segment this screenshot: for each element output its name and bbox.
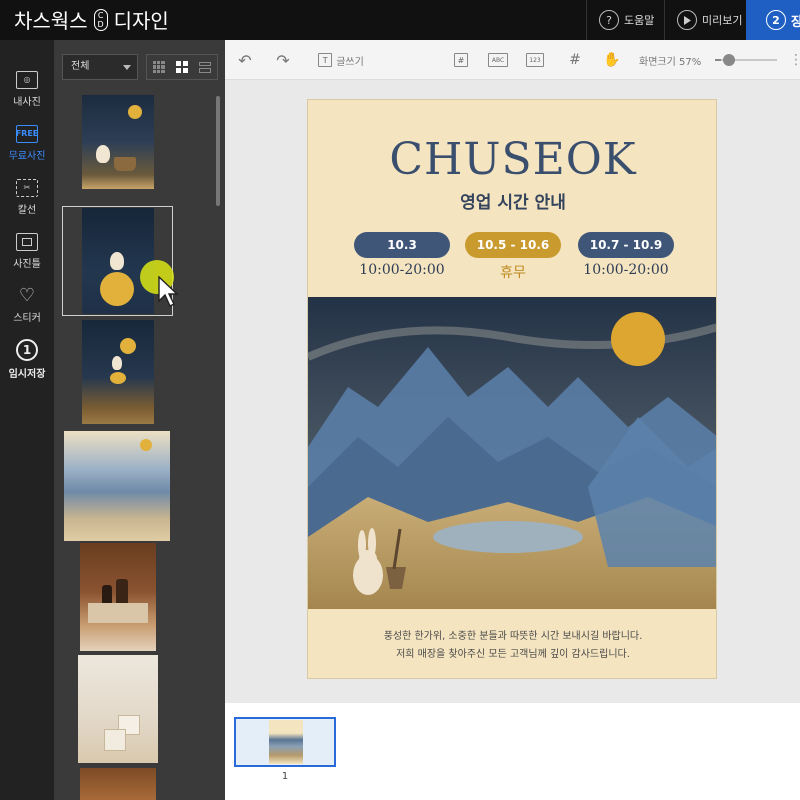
camera-icon: ◎ [16,70,38,89]
photo-thumbnail[interactable] [80,768,156,800]
sidebar-item-label: 사진틀 [13,258,41,270]
sidebar-item-free-photos[interactable]: FREE 무료사진 [0,116,54,170]
app-logo[interactable]: 차스웍스 CD 디자인 [14,5,169,34]
text-icon: T [318,53,333,67]
hashtag-icon: # [454,53,468,67]
save-number-icon: 1 [16,338,38,361]
free-photo-icon: FREE [16,124,38,143]
add-text-label: 글쓰기 [336,56,364,68]
business-hours[interactable]: 10:00-20:00 [561,262,691,278]
grid-large-view-button[interactable] [170,55,193,79]
frame-icon [16,232,38,251]
sidebar-item-label: 칼선 [17,204,37,216]
step-2-button[interactable]: 2 장 [746,0,800,40]
zoom-minus-icon[interactable] [715,59,721,61]
pan-tool-button[interactable]: ✋ [602,50,622,70]
preview-button[interactable]: 미리보기 [664,0,746,40]
photo-thumbnail[interactable] [80,543,156,651]
zoom-label: 화면크기 57% [639,56,702,68]
sidebar-item-label: 무료사진 [8,150,46,162]
design-canvas: CHUSEOK 영업 시간 안내 10.3 10.5 - 10.6 10.7 -… [225,80,800,703]
photo-thumbnail[interactable] [82,320,154,424]
hand-icon: ✋ [603,52,621,68]
step-label: 장 [791,14,800,30]
hashtag-button[interactable]: # [451,50,471,70]
step-number-icon: 2 [766,10,786,30]
page-preview [269,720,303,764]
page-number: 1 [281,771,289,782]
page-thumbnail-1[interactable] [234,717,336,767]
gallery-scrollbar[interactable] [216,96,220,206]
list-icon [199,61,212,73]
sidebar-item-label: 임시저장 [8,368,46,380]
preview-label: 미리보기 [702,14,743,27]
zoom-slider-handle[interactable] [723,54,735,66]
sidebar-item-frame[interactable]: 사진틀 [0,224,54,278]
photo-thumbnail[interactable] [64,431,170,541]
redo-button[interactable]: ↷ [271,50,295,70]
poster-title[interactable]: CHUSEOK [308,134,716,185]
number-button[interactable]: 123 [525,50,545,70]
sidebar-item-my-photos[interactable]: ◎ 내사진 [0,62,54,116]
more-options-button[interactable]: ⋮ [789,50,800,70]
date-pill[interactable]: 10.7 - 10.9 [578,232,674,258]
photo-gallery-panel: 전체 [54,40,225,800]
grid-hash-icon: # [569,52,581,68]
undo-button[interactable]: ↶ [233,50,257,70]
sidebar-item-sticker[interactable]: ♡ 스티커 [0,278,54,332]
photo-thumbnail[interactable] [78,655,158,763]
business-hours[interactable]: 휴무 [448,262,578,282]
scissors-icon: ✂ [16,178,38,197]
poster-subtitle[interactable]: 영업 시간 안내 [308,188,716,213]
top-bar: 차스웍스 CD 디자인 ? 도움말 미리보기 2 장 [0,0,800,40]
undo-icon: ↶ [238,50,252,70]
more-icon: ⋮ [789,52,800,68]
logo-text-right: 디자인 [113,9,169,33]
abc-icon: ABC [488,53,508,67]
poster-footer-line[interactable]: 풍성한 한가위, 소중한 분들과 따뜻한 시간 보내시길 바랍니다. [308,627,716,642]
text-frame-button[interactable]: ABC [487,50,509,70]
logo-cd-mark-icon: CD [93,8,108,31]
grid-small-view-button[interactable] [147,55,170,79]
editor-toolbar: ↶ ↷ T 글쓰기 # ABC 123 # ✋ 화면크기 57% ⋮ [225,40,800,80]
sidebar-item-label: 내사진 [13,96,41,108]
date-pill[interactable]: 10.5 - 10.6 [465,232,561,258]
chevron-down-icon [123,65,131,70]
question-icon: ? [599,10,619,30]
filter-value: 전체 [71,61,90,72]
mouse-cursor-icon [158,276,179,307]
redo-icon: ↷ [276,50,290,70]
list-view-button[interactable] [194,55,217,79]
number-icon: 123 [526,53,544,67]
sidebar-item-temp-save[interactable]: 1 임시저장 [0,332,54,386]
help-button[interactable]: ? 도움말 [586,0,664,40]
poster-footer-line[interactable]: 저희 매장을 찾아주신 모든 고객님께 깊이 감사드립니다. [308,645,716,660]
sidebar-item-label: 스티커 [13,312,41,324]
page-strip: 1 [225,703,800,800]
add-text-button[interactable]: T 글쓰기 [313,50,369,70]
logo-text-left: 차스웍스 [14,9,88,33]
sidebar-item-cutline[interactable]: ✂ 칼선 [0,170,54,224]
view-mode-toggles [146,54,218,80]
photo-thumbnail[interactable] [82,95,154,189]
help-label: 도움말 [624,14,655,27]
left-sidebar: ◎ 내사진 FREE 무료사진 ✂ 칼선 사진틀 ♡ 스티커 1 임시저장 [0,40,54,800]
grid-2-icon [175,61,188,73]
moon-landscape-illustration[interactable] [308,297,717,609]
poster-design[interactable]: CHUSEOK 영업 시간 안내 10.3 10.5 - 10.6 10.7 -… [307,99,717,679]
play-icon [677,10,697,30]
category-filter-select[interactable]: 전체 [62,54,138,80]
full-moon-icon [611,312,665,366]
date-pill[interactable]: 10.3 [354,232,450,258]
grid-3-icon [152,61,165,73]
grid-toggle-button[interactable]: # [565,50,585,70]
heart-icon: ♡ [18,285,36,306]
